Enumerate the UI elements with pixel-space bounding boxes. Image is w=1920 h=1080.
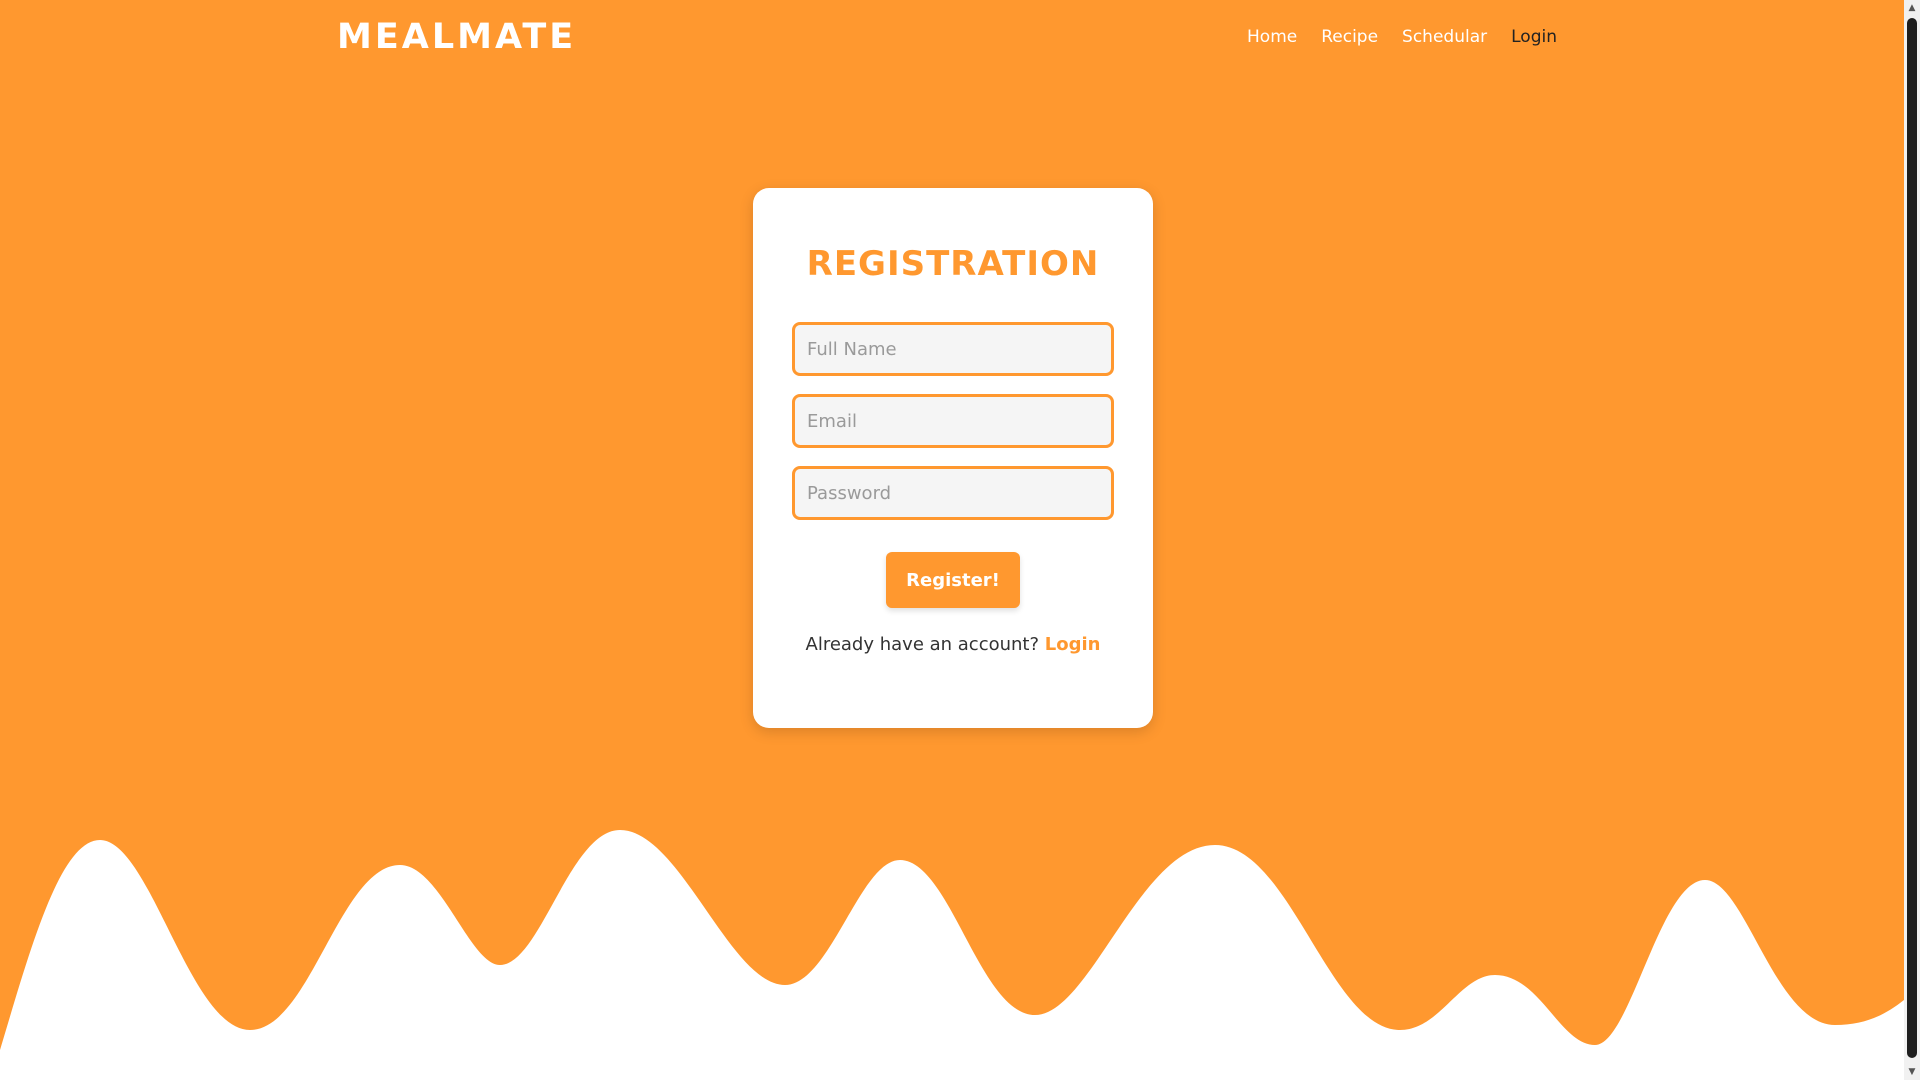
registration-title: REGISTRATION (806, 244, 1100, 284)
login-link[interactable]: Login (1045, 634, 1101, 655)
page-scrollbar[interactable]: ▲ ▼ (1904, 0, 1920, 1080)
site-header: MEALMATE Home Recipe Schedular Login (337, 0, 1557, 74)
site-logo[interactable]: MEALMATE (337, 17, 576, 57)
password-input[interactable] (792, 466, 1114, 520)
register-button[interactable]: Register! (886, 552, 1020, 608)
registration-card: REGISTRATION Register! Already have an a… (753, 188, 1153, 728)
chevron-down-icon[interactable]: ▼ (1904, 1064, 1920, 1080)
wave-decoration (0, 830, 1904, 1080)
scrollbar-thumb[interactable] (1907, 18, 1917, 1058)
page-background: MEALMATE Home Recipe Schedular Login REG… (0, 0, 1904, 1080)
email-input[interactable] (792, 394, 1114, 448)
login-prompt-text: Already have an account? (805, 634, 1040, 655)
nav-item-login[interactable]: Login (1511, 27, 1557, 47)
nav-item-schedular[interactable]: Schedular (1402, 27, 1487, 47)
nav-item-home[interactable]: Home (1247, 27, 1297, 47)
nav-item-recipe[interactable]: Recipe (1321, 27, 1378, 47)
full-name-input[interactable] (792, 322, 1114, 376)
main-nav: Home Recipe Schedular Login (1247, 27, 1557, 47)
login-prompt: Already have an account? Login (806, 634, 1101, 655)
chevron-up-icon[interactable]: ▲ (1904, 0, 1920, 16)
